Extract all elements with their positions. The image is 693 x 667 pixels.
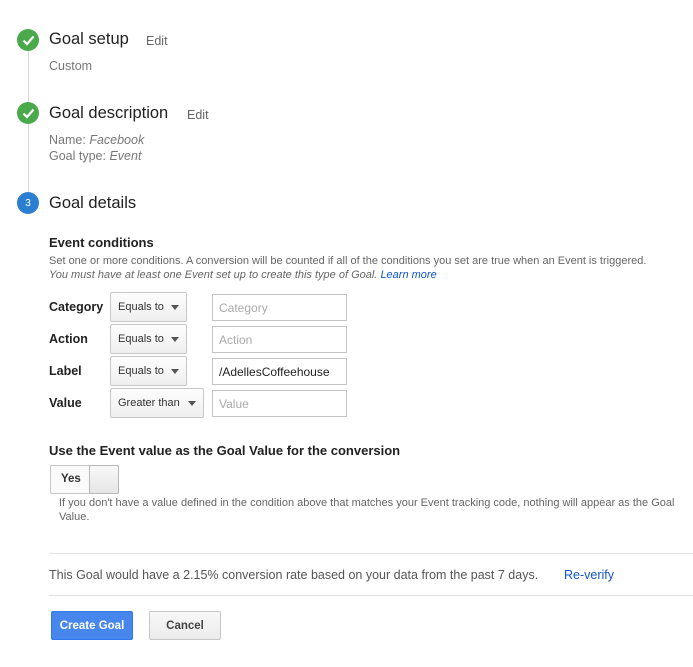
goal-type-label: Goal type: xyxy=(49,149,106,163)
step-number-badge: 3 xyxy=(17,192,39,214)
chevron-down-icon xyxy=(171,305,179,310)
step-connector-line xyxy=(28,124,29,192)
action-input[interactable] xyxy=(212,326,347,353)
event-conditions-help-line1: Set one or more conditions. A conversion… xyxy=(49,255,647,267)
goal-name-value: Facebook xyxy=(89,133,145,147)
step-title-goal-setup: Goal setup xyxy=(49,30,129,48)
condition-label-action: Action xyxy=(49,332,88,346)
category-operator-dropdown[interactable]: Equals to xyxy=(110,292,187,322)
value-input[interactable] xyxy=(212,390,347,417)
goal-name-line: Name: Facebook xyxy=(49,133,144,147)
conversion-rate-text: This Goal would have a 2.15% conversion … xyxy=(49,568,539,582)
create-goal-button[interactable]: Create Goal xyxy=(51,611,133,640)
category-operator-value: Equals to xyxy=(118,301,164,313)
category-input[interactable] xyxy=(212,294,347,321)
label-input[interactable] xyxy=(212,358,347,385)
step-complete-icon xyxy=(17,102,39,124)
step-complete-icon xyxy=(17,29,39,51)
label-operator-dropdown[interactable]: Equals to xyxy=(110,356,187,386)
step-title-goal-description: Goal description xyxy=(49,104,169,122)
edit-goal-setup-link[interactable]: Edit xyxy=(146,34,168,48)
action-operator-dropdown[interactable]: Equals to xyxy=(110,324,187,354)
event-conditions-help-line2: You must have at least one Event set up … xyxy=(49,269,378,281)
goal-value-toggle[interactable]: Yes xyxy=(50,465,119,494)
goal-name-label: Name: xyxy=(49,133,86,147)
goal-type-value: Event xyxy=(109,149,142,163)
divider xyxy=(49,553,693,554)
action-operator-value: Equals to xyxy=(118,333,164,345)
event-conditions-help: Set one or more conditions. A conversion… xyxy=(49,254,689,282)
divider xyxy=(49,595,693,596)
chevron-down-icon xyxy=(171,337,179,342)
edit-goal-description-link[interactable]: Edit xyxy=(187,108,209,122)
reverify-link[interactable]: Re-verify xyxy=(564,568,614,582)
step-connector-line xyxy=(28,50,29,102)
chevron-down-icon xyxy=(171,369,179,374)
toggle-yes-label: Yes xyxy=(61,473,81,485)
value-operator-dropdown[interactable]: Greater than xyxy=(110,388,204,418)
goal-type-line: Goal type: Event xyxy=(49,149,141,163)
condition-label-label: Label xyxy=(49,364,82,378)
value-operator-value: Greater than xyxy=(118,397,180,409)
event-conditions-title: Event conditions xyxy=(49,235,154,250)
cancel-button[interactable]: Cancel xyxy=(149,611,221,640)
condition-label-value: Value xyxy=(49,396,82,410)
chevron-down-icon xyxy=(188,401,196,406)
label-operator-value: Equals to xyxy=(118,365,164,377)
learn-more-link[interactable]: Learn more xyxy=(380,269,436,281)
toggle-knob xyxy=(89,465,119,494)
goal-setup-summary: Custom xyxy=(49,59,93,73)
goal-value-title: Use the Event value as the Goal Value fo… xyxy=(49,443,401,458)
step-title-goal-details: Goal details xyxy=(49,194,137,212)
condition-label-category: Category xyxy=(49,300,104,314)
goal-value-help: If you don't have a value defined in the… xyxy=(59,497,675,523)
